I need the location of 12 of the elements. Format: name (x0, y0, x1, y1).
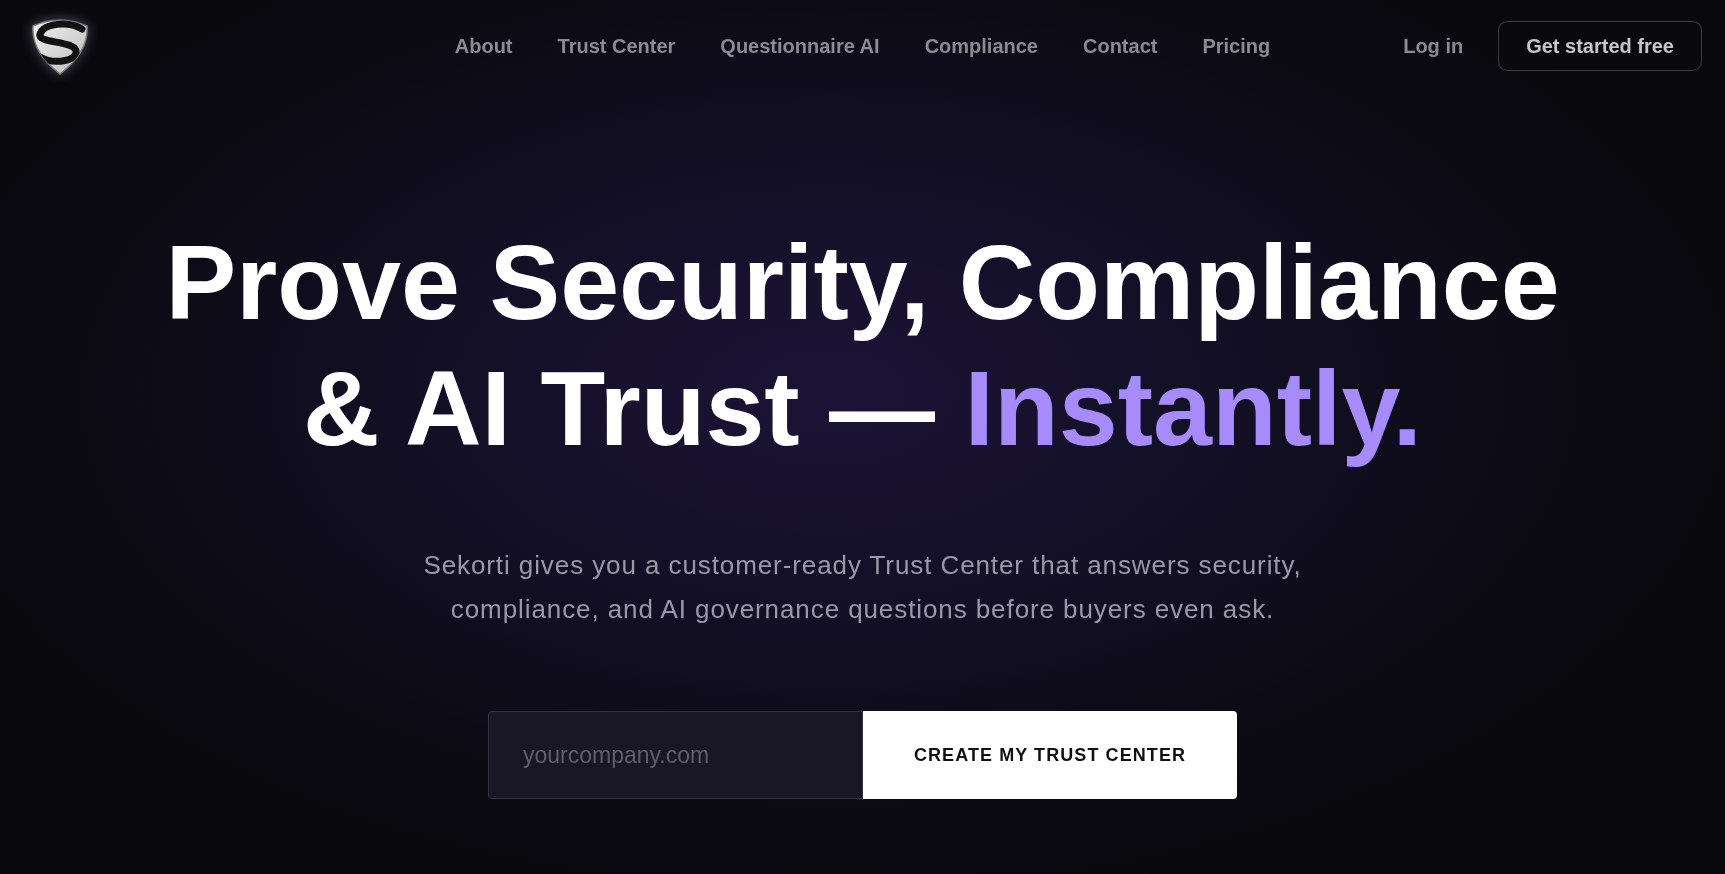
nav-link[interactable]: Trust Center (557, 31, 676, 61)
nav-link[interactable]: Questionnaire AI (720, 31, 880, 61)
hero-subtitle: Sekorti gives you a customer-ready Trust Center that answers security, compliance, and AI governance questions before buyers even ask. (422, 549, 1303, 626)
nav-link[interactable]: Contact (1083, 31, 1158, 61)
nav-link[interactable]: Compliance (924, 31, 1038, 61)
nav-link[interactable]: About (454, 31, 513, 61)
get-started-button[interactable]: Get started free (1498, 21, 1702, 71)
create-trust-center-button[interactable]: CREATE MY TRUST CENTER (863, 711, 1237, 799)
login-link[interactable]: Log in (1403, 31, 1464, 61)
domain-input-field[interactable]: yourcompany.com (488, 711, 863, 799)
nav-link[interactable]: Pricing (1202, 31, 1271, 61)
hero-headline: Prove Security, Compliance & AI Trust — Instantly. (164, 222, 1561, 469)
